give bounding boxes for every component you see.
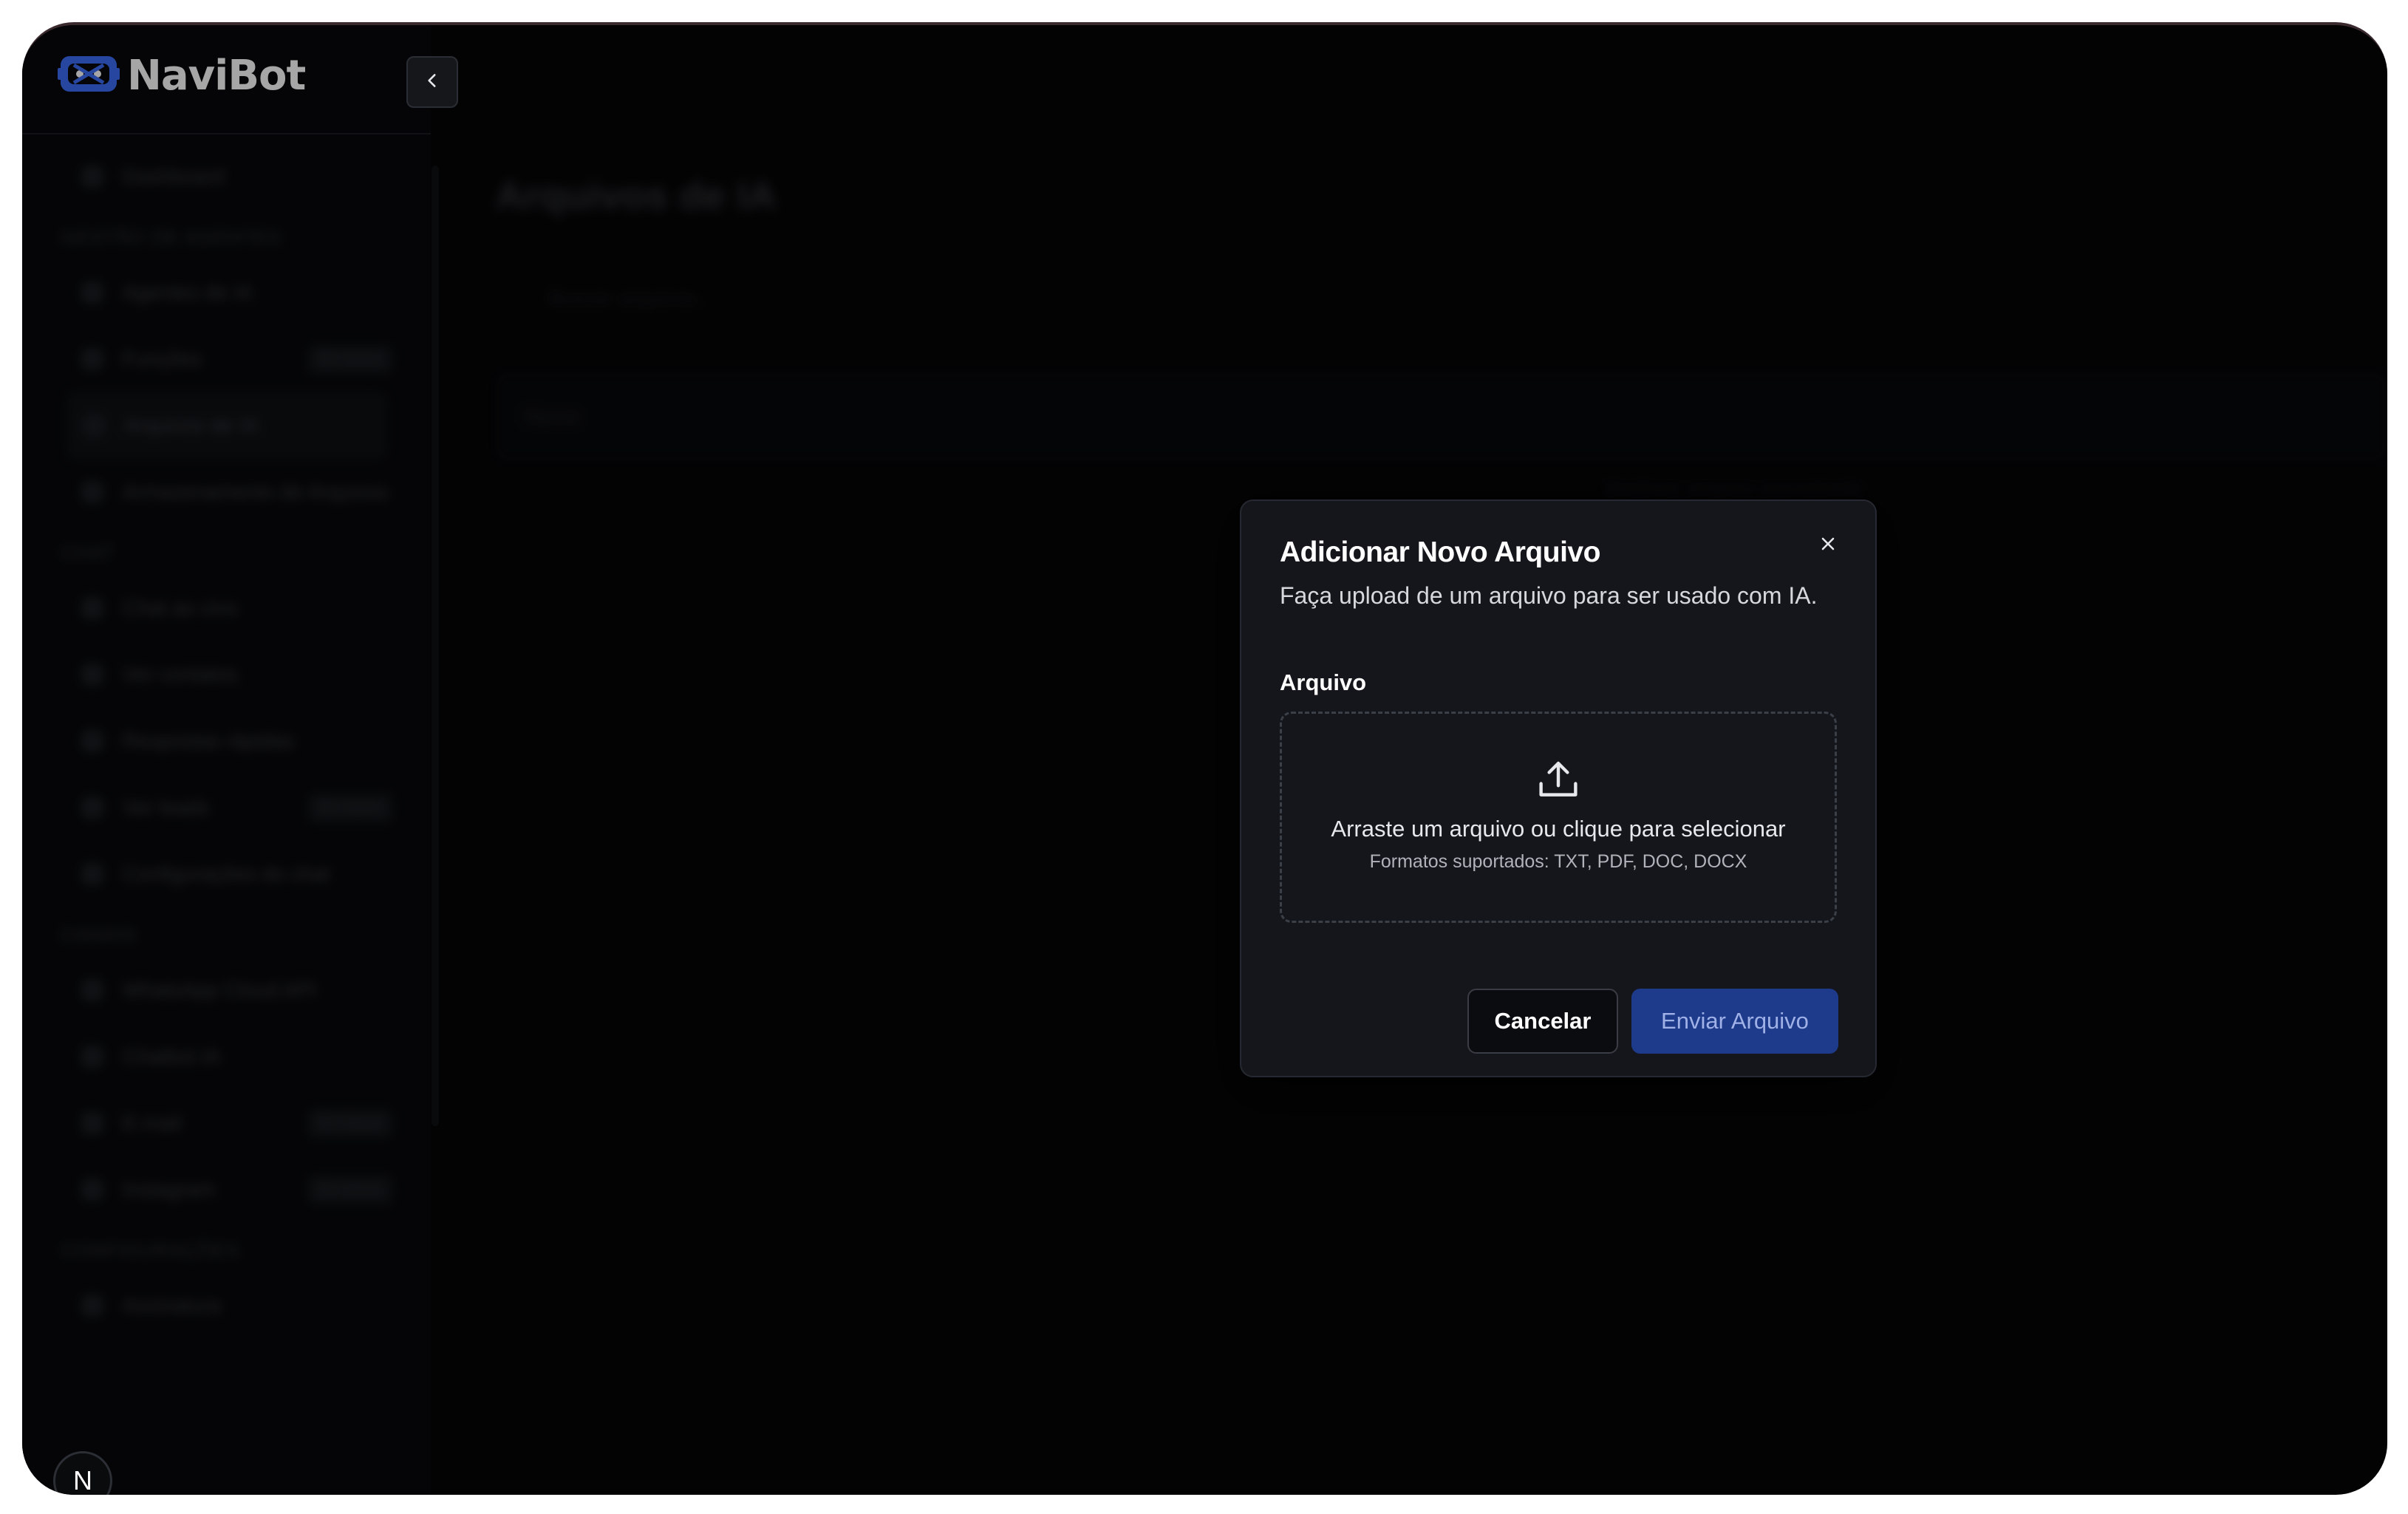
dropzone-instruction: Arraste um arquivo ou clique para seleci… (1331, 816, 1786, 842)
chatbot-icon (81, 1046, 103, 1068)
sidebar-item[interactable]: Respostas rápidas (22, 708, 431, 774)
coming-soon-badge: Em breve (308, 344, 392, 374)
sidebar-item-label: Armazenamento de Arquivos (123, 480, 389, 503)
contacts-icon (81, 664, 103, 686)
logo-row: NaviBot (22, 25, 431, 134)
app-window: NaviBot Dashboard GESTÃO DE AGENTES Agente… (22, 22, 2387, 1495)
sidebar-item-label: Funções (123, 347, 202, 370)
sidebar-section-label: CONFIGURAÇÕES (61, 1239, 240, 1261)
dialog-title: Adicionar Novo Arquivo (1280, 536, 1600, 568)
sidebar-item-label: Assinatura (123, 1294, 221, 1317)
sidebar-item[interactable]: Assinatura (22, 1272, 431, 1339)
sidebar-item[interactable]: Funções Em breve (22, 326, 431, 392)
function-icon (81, 348, 103, 370)
upload-icon (1534, 755, 1583, 804)
logo[interactable]: NaviBot (58, 52, 306, 100)
sidebar-item-label: Dashboard (123, 165, 224, 188)
empty-state-text: Nenhum arquivo encontrado (1603, 476, 1865, 499)
sidebar-item[interactable]: Dashboard (22, 143, 431, 210)
collapse-sidebar-button[interactable] (406, 56, 458, 108)
coming-soon-badge: Em breve (308, 1108, 392, 1138)
close-button[interactable] (1810, 528, 1846, 563)
supported-formats-text: Formatos suportados: TXT, PDF, DOC, DOCX (1369, 851, 1747, 872)
sidebar-item[interactable]: Configurações do chat (22, 841, 431, 907)
sidebar-item-label: Ver contatos (123, 663, 238, 686)
add-file-dialog: Adicionar Novo Arquivo Faça upload de um… (1240, 499, 1877, 1077)
sidebar-section-label: GESTÃO DE AGENTES (61, 226, 282, 248)
sidebar-scrollbar[interactable] (432, 166, 439, 1126)
sidebar-item[interactable]: Instagram Em breve (22, 1156, 431, 1223)
settings-icon (81, 863, 103, 885)
send-file-button[interactable]: Enviar Arquivo (1631, 989, 1838, 1054)
file-dropzone[interactable]: Arraste um arquivo ou clique para seleci… (1280, 712, 1837, 923)
sidebar-item-label: Arquivos de IA (124, 414, 259, 437)
sidebar-item-label: Instagram (123, 1178, 215, 1201)
sidebar-item-label: E-mail (123, 1111, 182, 1134)
cancel-button[interactable]: Cancelar (1467, 989, 1618, 1054)
sidebar-item[interactable]: Arquivos de IA (66, 392, 386, 459)
sidebar-item[interactable]: Ver contatos (22, 641, 431, 708)
page-title: Arquivos de IA (495, 174, 777, 218)
sidebar-item-label: Chatbot IA (123, 1045, 221, 1068)
file-icon (83, 415, 105, 437)
sidebar-item[interactable]: Chat ao vivo (22, 575, 431, 641)
sidebar-item-label: Agentes de IA (123, 281, 253, 304)
instagram-icon (81, 1179, 103, 1201)
sidebar-item[interactable]: Armazenamento de Arquivos (22, 459, 431, 525)
sidebar-item[interactable]: Chatbot IA (22, 1023, 431, 1090)
sidebar-item[interactable]: E-mail Em breve (22, 1090, 431, 1156)
dialog-description: Faça upload de um arquivo para ser usado… (1280, 582, 1818, 609)
bot-icon (81, 282, 103, 304)
navibot-logo-icon (58, 52, 120, 100)
sidebar-section-label: CHAT (61, 542, 115, 564)
whatsapp-icon (81, 979, 103, 1001)
sidebar-item[interactable]: Agentes de IA (22, 259, 431, 326)
sidebar-section-label: CANAIS (61, 924, 137, 946)
coming-soon-badge: Em breve (308, 1175, 392, 1204)
storage-icon (81, 481, 103, 503)
sidebar-item[interactable]: Ver leads Em breve (22, 774, 431, 841)
sidebar-item-label: Chat ao vivo (123, 596, 238, 619)
file-field-label: Arquivo (1280, 669, 1367, 695)
home-icon (81, 166, 103, 188)
sidebar-item-label: Configurações do chat (123, 862, 330, 885)
chevron-left-icon (423, 71, 442, 94)
zap-icon (81, 730, 103, 752)
sidebar-item-label: WhatsApp Cloud API (123, 978, 316, 1001)
search-input[interactable]: Buscar arquivos... (495, 269, 894, 328)
sidebar-item-label: Respostas rápidas (123, 729, 294, 752)
mail-icon (81, 1112, 103, 1134)
sidebar-nav: Dashboard GESTÃO DE AGENTES Agentes de IA F… (22, 143, 431, 1339)
sidebar-item-label: Ver leads (123, 796, 209, 819)
sidebar-item[interactable]: WhatsApp Cloud API (22, 957, 431, 1023)
logo-text: NaviBot (127, 52, 306, 100)
coming-soon-badge: Em breve (308, 793, 392, 822)
card-icon (81, 1295, 103, 1317)
table-header: Nome (495, 372, 2387, 461)
chat-icon (81, 597, 103, 619)
sidebar: NaviBot Dashboard GESTÃO DE AGENTES Agente… (22, 25, 439, 1495)
close-icon (1818, 533, 1838, 558)
leads-icon (81, 797, 103, 819)
